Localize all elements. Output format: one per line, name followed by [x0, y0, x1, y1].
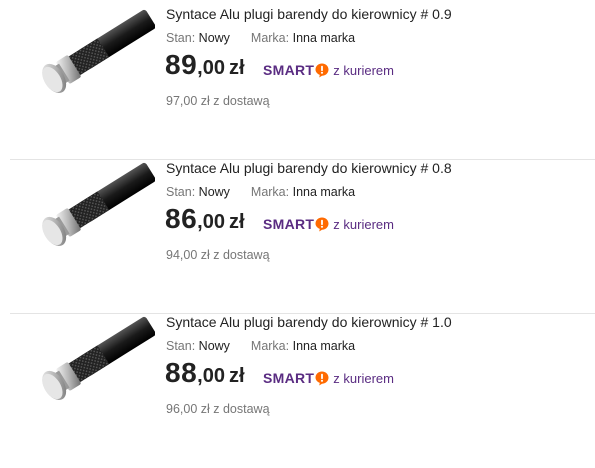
brand-value: Inna marka — [292, 339, 356, 353]
listing-item[interactable]: Syntace Alu plugi barendy do kierownicy … — [0, 6, 595, 160]
price-currency: zł — [228, 365, 245, 387]
brand-label: Marka: — [250, 31, 290, 45]
price-decimal: ,00 — [197, 365, 225, 387]
smart-label: SMART — [263, 370, 315, 386]
price-integer: 88 — [165, 357, 198, 388]
smart-badge: SMART z kurierem — [263, 370, 394, 386]
condition-value: Nowy — [198, 339, 230, 353]
smart-exclamation-icon — [315, 63, 329, 77]
product-thumbnail[interactable] — [30, 313, 155, 413]
price-decimal: ,00 — [197, 57, 225, 79]
product-thumbnail[interactable] — [30, 6, 155, 106]
brand-value: Inna marka — [292, 185, 356, 199]
price-currency: zł — [228, 57, 245, 79]
condition-label: Stan: — [166, 31, 196, 45]
price-integer: 86 — [165, 203, 198, 234]
smart-exclamation-icon — [315, 217, 329, 231]
listing-attributes: Stan: Nowy Marka: Inna marka — [166, 185, 355, 199]
listing-attributes: Stan: Nowy Marka: Inna marka — [166, 31, 355, 45]
listing-attributes: Stan: Nowy Marka: Inna marka — [166, 339, 355, 353]
condition-value: Nowy — [198, 31, 230, 45]
listing-title[interactable]: Syntace Alu plugi barendy do kierownicy … — [166, 314, 452, 330]
delivery-price: 94,00 zł z dostawą — [166, 248, 270, 262]
brand-label: Marka: — [250, 339, 290, 353]
delivery-price: 96,00 zł z dostawą — [166, 402, 270, 416]
listing-title[interactable]: Syntace Alu plugi barendy do kierownicy … — [166, 160, 452, 176]
listing-title[interactable]: Syntace Alu plugi barendy do kierownicy … — [166, 6, 452, 22]
brand-value: Inna marka — [292, 31, 356, 45]
product-thumbnail[interactable] — [30, 159, 155, 259]
price: 86,00 zł — [165, 203, 245, 235]
price-decimal: ,00 — [197, 211, 225, 233]
smart-badge: SMART z kurierem — [263, 216, 394, 232]
price: 88,00 zł — [165, 357, 245, 389]
courier-label: z kurierem — [333, 370, 394, 386]
listing-item[interactable]: Syntace Alu plugi barendy do kierownicy … — [0, 314, 595, 468]
courier-label: z kurierem — [333, 216, 394, 232]
smart-exclamation-icon — [315, 371, 329, 385]
smart-label: SMART — [263, 62, 315, 78]
price-currency: zł — [228, 211, 245, 233]
listing-item[interactable]: Syntace Alu plugi barendy do kierownicy … — [0, 160, 595, 314]
brand-label: Marka: — [250, 185, 290, 199]
delivery-price: 97,00 zł z dostawą — [166, 94, 270, 108]
condition-value: Nowy — [198, 185, 230, 199]
smart-label: SMART — [263, 216, 315, 232]
courier-label: z kurierem — [333, 62, 394, 78]
smart-badge: SMART z kurierem — [263, 62, 394, 78]
condition-label: Stan: — [166, 185, 196, 199]
price: 89,00 zł — [165, 49, 245, 81]
condition-label: Stan: — [166, 339, 196, 353]
price-integer: 89 — [165, 49, 198, 80]
